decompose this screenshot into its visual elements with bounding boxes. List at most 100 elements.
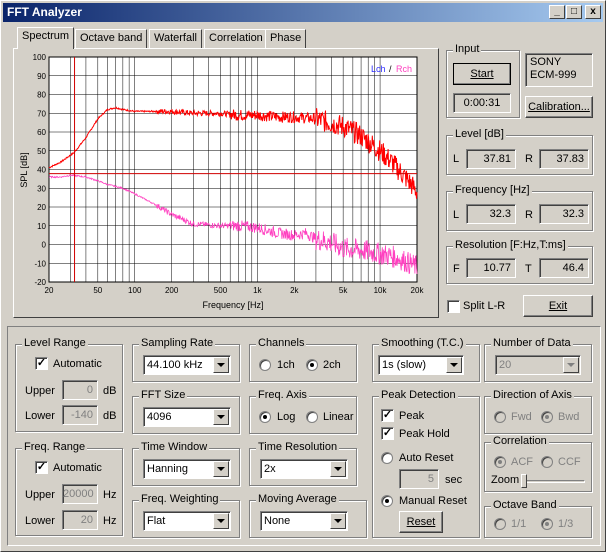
auto-reset-label: Auto Reset <box>399 452 454 464</box>
sampling-rate-value: 44.100 kHz <box>147 359 203 371</box>
auto-reset-radio[interactable] <box>381 452 393 464</box>
manual-reset-radio[interactable] <box>381 495 393 507</box>
x-tick-label: 5k <box>339 286 348 295</box>
split-lr-checkbox[interactable] <box>447 300 460 313</box>
y-axis-label: SPL [dB] <box>19 152 29 187</box>
fft-analyzer-window: FFT Analyzer _ □ x Spectrum Octave band … <box>0 0 606 552</box>
tab-phase[interactable]: Phase <box>265 29 307 48</box>
time-window-select[interactable]: Hanning <box>143 459 231 479</box>
freq-l-value: 32.3 <box>466 204 516 224</box>
calibration-button[interactable]: Calibration... <box>525 96 593 118</box>
spectrum-chart[interactable]: -20-10010203040506070809010020 50 100 200 50… <box>15 50 437 314</box>
elapsed-timer: 0:00:31 <box>453 93 511 113</box>
direction-bwd-radio[interactable] <box>541 411 553 423</box>
fft-size-select[interactable]: 4096 <box>143 407 231 427</box>
minimize-button[interactable]: _ <box>549 5 565 19</box>
auto-reset-sec-input[interactable]: 5 <box>399 469 439 489</box>
peak-label: Peak <box>399 410 425 422</box>
zoom-slider-thumb[interactable] <box>521 474 527 488</box>
sampling-rate-dropdown-icon[interactable] <box>213 357 229 373</box>
time-window-dropdown-icon[interactable] <box>213 461 229 477</box>
freq-upper-label: Upper <box>25 489 55 501</box>
freq-axis-title: Freq. Axis <box>256 389 309 401</box>
number-of-data-value: 20 <box>499 359 512 371</box>
number-of-data-select[interactable]: 20 <box>495 355 581 375</box>
peak-hold-checkbox[interactable]: ✓ <box>381 427 394 440</box>
zoom-label: Zoom <box>491 474 520 486</box>
freq-weighting-select[interactable]: Flat <box>143 511 231 531</box>
y-tick-label: 40 <box>37 166 46 175</box>
reset-label: Reset <box>406 516 436 528</box>
channels-2ch-radio[interactable] <box>306 359 318 371</box>
tab-waterfall[interactable]: Waterfall <box>149 29 202 48</box>
y-tick-label: 70 <box>37 109 46 118</box>
octave-1-1-radio[interactable] <box>494 518 506 530</box>
time-resolution-select[interactable]: 2x <box>260 459 348 479</box>
moving-average-select[interactable]: None <box>260 511 348 531</box>
number-of-data-title: Number of Data <box>491 337 573 349</box>
freq-axis-log-label: Log <box>277 411 296 423</box>
start-button[interactable]: Start <box>453 63 511 85</box>
octave-band-title: Octave Band <box>491 499 559 511</box>
tab-correlation[interactable]: Correlation <box>204 29 268 48</box>
time-resolution-dropdown-icon[interactable] <box>330 461 346 477</box>
level-upper-input[interactable]: 0 <box>62 380 98 400</box>
frequency-group-title: Frequency [Hz] <box>453 184 532 196</box>
number-of-data-dropdown-icon[interactable] <box>563 357 579 373</box>
y-tick-label: 10 <box>37 222 46 231</box>
resolution-group-title: Resolution [F:Hz,T:ms] <box>453 239 568 251</box>
freq-lower-input[interactable]: 20 <box>62 510 98 530</box>
fft-size-dropdown-icon[interactable] <box>213 409 229 425</box>
peak-hold-label: Peak Hold <box>399 428 450 440</box>
level-r-label: R <box>525 153 533 165</box>
x-tick-label: 20k <box>411 286 425 295</box>
freq-auto-checkbox[interactable]: ✓ <box>35 461 48 474</box>
y-tick-label: 80 <box>37 91 46 100</box>
title-bar: FFT Analyzer <box>3 3 603 22</box>
legend-lch: Lch <box>371 64 386 74</box>
channels-1ch-radio[interactable] <box>259 359 271 371</box>
freq-upper-input[interactable]: 20000 <box>62 484 98 504</box>
freq-r-value: 32.3 <box>539 204 589 224</box>
reset-button[interactable]: Reset <box>399 511 443 533</box>
zoom-slider-track[interactable] <box>523 480 585 483</box>
maximize-button[interactable]: □ <box>566 5 582 19</box>
mic-brand: SONY <box>530 56 562 68</box>
moving-average-title: Moving Average <box>256 493 339 505</box>
freq-weighting-dropdown-icon[interactable] <box>213 513 229 529</box>
moving-average-dropdown-icon[interactable] <box>330 513 346 529</box>
time-window-value: Hanning <box>147 463 188 475</box>
freq-upper-unit: Hz <box>103 489 117 501</box>
y-tick-label: 90 <box>37 72 46 81</box>
level-auto-label: Automatic <box>53 358 102 370</box>
sampling-rate-select[interactable]: 44.100 kHz <box>143 355 231 375</box>
x-tick-label: 100 <box>128 286 142 295</box>
level-lower-label: Lower <box>25 410 55 422</box>
freq-axis-linear-radio[interactable] <box>306 411 318 423</box>
level-l-value: 37.81 <box>466 149 516 169</box>
smoothing-dropdown-icon[interactable] <box>446 357 462 373</box>
freq-r-label: R <box>525 209 533 221</box>
start-button-label: Start <box>470 68 494 80</box>
freq-axis-log-radio[interactable] <box>259 411 271 423</box>
level-upper-unit: dB <box>103 385 117 397</box>
exit-button[interactable]: Exit <box>523 295 593 317</box>
level-lower-input[interactable]: -140 <box>62 405 98 425</box>
y-tick-label: 20 <box>37 203 46 212</box>
level-auto-checkbox[interactable]: ✓ <box>35 357 48 370</box>
y-tick-label: 30 <box>37 184 46 193</box>
close-button[interactable]: x <box>585 5 601 19</box>
tab-octave-band[interactable]: Octave band <box>75 29 148 48</box>
correlation-acf-radio[interactable] <box>494 456 506 468</box>
y-tick-label: 100 <box>33 53 47 62</box>
freq-lower-label: Lower <box>25 515 55 527</box>
x-tick-label: 2k <box>290 286 299 295</box>
freq-weighting-title: Freq. Weighting <box>139 493 221 505</box>
smoothing-select[interactable]: 1s (slow) <box>378 355 464 375</box>
freq-axis-linear-label: Linear <box>323 411 354 423</box>
correlation-ccf-radio[interactable] <box>541 456 553 468</box>
tab-spectrum[interactable]: Spectrum <box>17 27 75 49</box>
peak-checkbox[interactable]: ✓ <box>381 409 394 422</box>
octave-1-3-radio[interactable] <box>541 518 553 530</box>
direction-fwd-radio[interactable] <box>494 411 506 423</box>
